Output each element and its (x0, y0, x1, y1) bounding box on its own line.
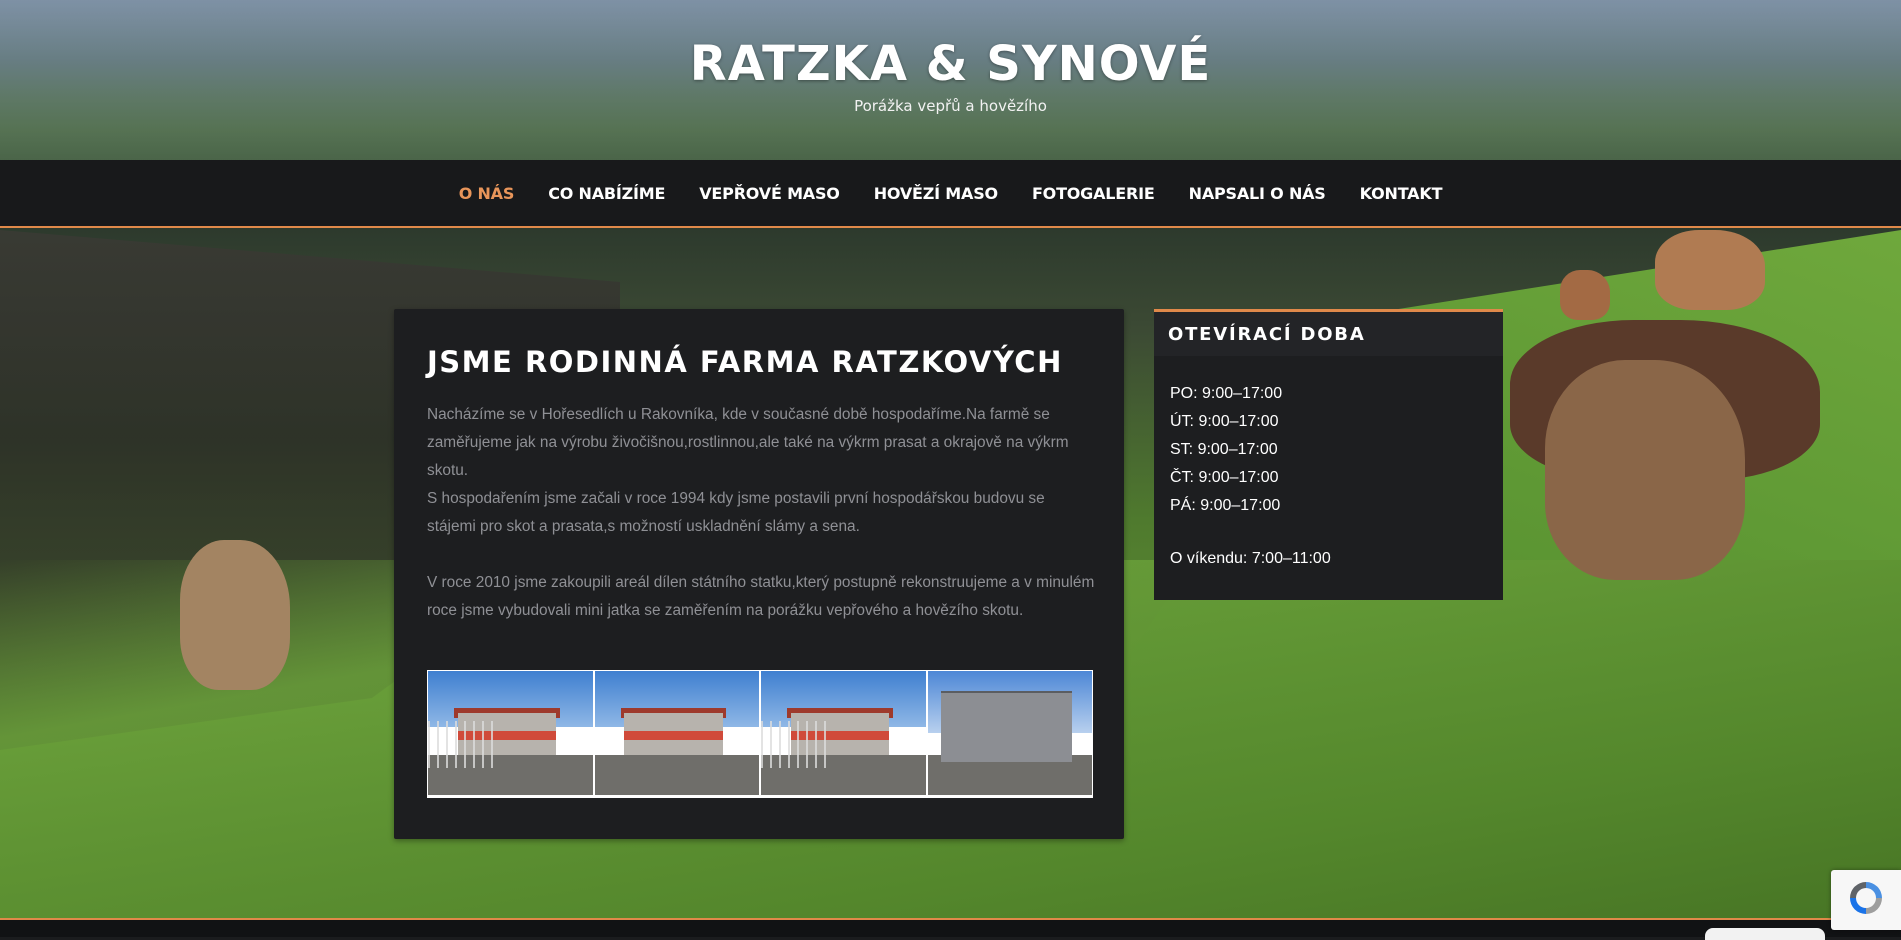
recaptcha-badge[interactable] (1831, 870, 1901, 930)
background-cow (1545, 360, 1745, 580)
background-cow (1560, 270, 1610, 320)
widget-title: OTEVÍRACÍ DOBA (1154, 312, 1503, 356)
opening-hours-list: PO: 9:00–17:00 ÚT: 9:00–17:00 ST: 9:00–1… (1154, 356, 1503, 597)
hours-wednesday: ST: 9:00–17:00 (1170, 441, 1278, 458)
hours-weekend: O víkendu: 7:00–11:00 (1170, 550, 1331, 567)
paragraph-intro: Nacházíme se v Hořesedlích u Rakovníka, … (427, 406, 1069, 479)
site-title[interactable]: RATZKA & SYNOVÉ (0, 36, 1901, 92)
gallery-thumbnail[interactable] (428, 671, 593, 795)
main-navigation: O NÁS CO NABÍZÍME VEPŘOVÉ MASO HOVĚZÍ MA… (0, 160, 1901, 228)
site-tagline: Porážka vepřů a hovězího (854, 97, 1047, 115)
nav-item-co-nabizime[interactable]: CO NABÍZÍME (548, 184, 665, 203)
nav-item-hovezi-maso[interactable]: HOVĚZÍ MASO (874, 184, 998, 203)
hours-thursday: ČT: 9:00–17:00 (1170, 469, 1279, 486)
background-cow (1655, 230, 1765, 310)
nav-item-napsali-o-nas[interactable]: NAPSALI O NÁS (1189, 184, 1326, 203)
opening-hours-widget: OTEVÍRACÍ DOBA PO: 9:00–17:00 ÚT: 9:00–1… (1154, 309, 1503, 600)
nav-item-veprove-maso[interactable]: VEPŘOVÉ MASO (699, 184, 840, 203)
paragraph-history: S hospodařením jsme začali v roce 1994 k… (427, 490, 1045, 535)
nav-item-fotogalerie[interactable]: FOTOGALERIE (1032, 184, 1155, 203)
site-header: RATZKA & SYNOVÉ Porážka vepřů a hovězího (0, 0, 1901, 160)
hours-friday: PÁ: 9:00–17:00 (1170, 497, 1281, 514)
photo-gallery (427, 670, 1093, 798)
nav-item-o-nas[interactable]: O NÁS (459, 184, 515, 203)
background-cow (180, 540, 290, 690)
page-title: JSME RODINNÁ FARMA RATZKOVÝCH (427, 345, 1063, 379)
paragraph-expansion: V roce 2010 jsme zakoupili areál dílen s… (427, 574, 1095, 619)
recaptcha-icon (1846, 878, 1886, 923)
gallery-thumbnail[interactable] (594, 671, 759, 795)
footer-bar (0, 920, 1901, 937)
hours-tuesday: ÚT: 9:00–17:00 (1170, 413, 1279, 430)
footer-tab[interactable] (1705, 928, 1825, 940)
content-panel: JSME RODINNÁ FARMA RATZKOVÝCH Nacházíme … (394, 309, 1124, 839)
nav-item-kontakt[interactable]: KONTAKT (1360, 184, 1443, 203)
hours-monday: PO: 9:00–17:00 (1170, 385, 1283, 402)
content-text: Nacházíme se v Hořesedlích u Rakovníka, … (427, 401, 1097, 625)
gallery-thumbnail[interactable] (927, 671, 1092, 795)
gallery-thumbnail[interactable] (761, 671, 926, 795)
